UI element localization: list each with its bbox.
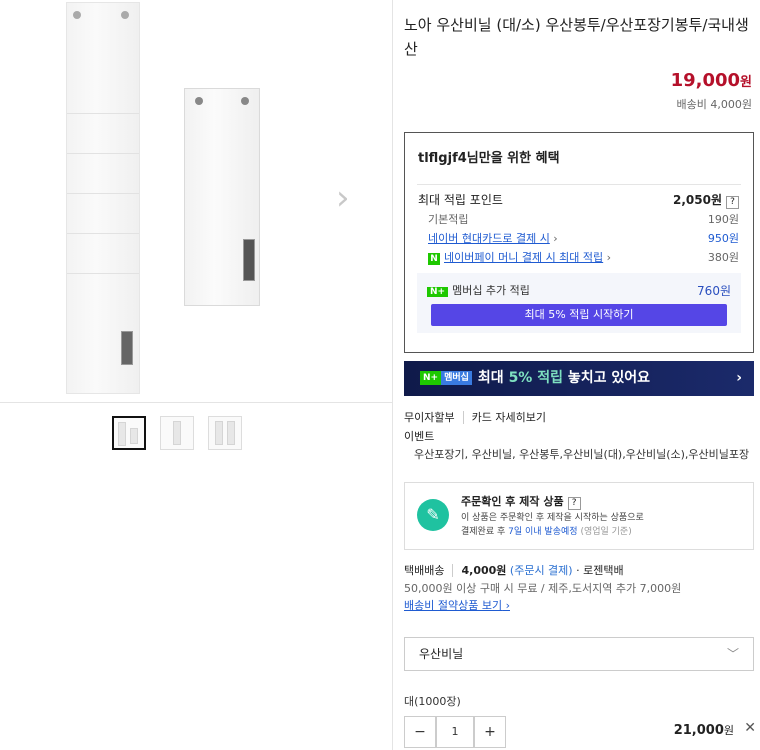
product-label-tag [243, 239, 255, 281]
product-image-large-bag [66, 2, 140, 394]
selected-option-name: 대(1000장) [404, 695, 461, 708]
shipping-saving-link[interactable]: 배송비 절약상품 보기 › [404, 597, 510, 613]
npay-icon: N [428, 253, 440, 265]
decrease-button[interactable]: − [404, 716, 436, 748]
card-benefit-link[interactable]: 네이버 현대카드로 결제 시 [428, 232, 550, 245]
product-title: 노아 우산비닐 (대/소) 우산봉투/우산포장기봉투/국내생산 [404, 16, 749, 58]
main-image: › [0, 0, 392, 403]
product-price: 19,000원 [670, 70, 752, 91]
max-points-row: 최대 적립 포인트 2,050원? [418, 191, 739, 210]
installment-link[interactable]: 무이자할부 [404, 411, 455, 424]
payment-links: 무이자할부 카드 자세히보기 [404, 409, 546, 425]
benefit-box: tlflgjf4님만을 위한 혜택 최대 적립 포인트 2,050원? 기본적립… [404, 132, 754, 353]
delivery-info: 택배배송 4,000원 (주문시 결제) · 로젠택배 [404, 564, 624, 577]
product-image-small-bag [184, 88, 260, 306]
npay-points-row[interactable]: N 네이버페이 머니 결제 시 최대 적립 › 380원 [418, 248, 739, 267]
increase-button[interactable]: + [474, 716, 506, 748]
option-price: 21,000원 [673, 723, 734, 738]
benefit-header: tlflgjf4님만을 위한 혜택 [418, 151, 560, 166]
chevron-right-icon: › [736, 370, 742, 386]
close-icon[interactable]: ✕ [744, 720, 756, 736]
npay-benefit-link[interactable]: 네이버페이 머니 결제 시 최대 적립 [444, 251, 603, 264]
thumbnail-2[interactable] [160, 416, 194, 450]
thumbnail-list [112, 416, 242, 450]
edit-icon: ✎ [417, 499, 449, 531]
quantity-stepper: − 1 + [404, 716, 506, 748]
basic-points-row: 기본적립 190원 [428, 213, 739, 226]
naver-plus-icon: N+ [427, 287, 449, 297]
membership-box: N+ 멤버십 추가 적립 760원 최대 5% 적립 시작하기 [417, 273, 741, 333]
option-select[interactable]: 우산비닐 ﹀ [404, 637, 754, 671]
next-image-arrow-icon[interactable]: › [336, 180, 358, 216]
chevron-down-icon: ﹀ [726, 647, 739, 661]
free-shipping-info: 50,000원 이상 구매 시 무료 / 제주,도서지역 추가 7,000원 [404, 582, 682, 595]
help-icon[interactable]: ? [567, 497, 581, 510]
help-icon[interactable]: ? [726, 196, 739, 209]
thumbnail-3[interactable] [208, 416, 242, 450]
membership-banner[interactable]: N+ 멤버십 최대 5% 적립 놓치고 있어요 › [404, 361, 754, 396]
quantity-input[interactable]: 1 [436, 716, 474, 748]
naver-plus-icon: N+ [420, 371, 442, 385]
product-label-tag [121, 331, 133, 365]
made-to-order-box: ✎ 주문확인 후 제작 상품? 이 상품은 주문확인 후 제작을 시작하는 상품… [404, 482, 754, 550]
event-section: 이벤트 우산포장기, 우산비닐, 우산봉투,우산비닐(대),우산비닐(소),우산… [404, 430, 750, 461]
membership-start-button[interactable]: 최대 5% 적립 시작하기 [431, 304, 727, 326]
thumbnail-1[interactable] [112, 416, 146, 450]
card-detail-link[interactable]: 카드 자세히보기 [462, 411, 546, 424]
card-points-row[interactable]: 네이버 현대카드로 결제 시 › 950원 [418, 229, 739, 248]
product-info-panel: 노아 우산비닐 (대/소) 우산봉투/우산포장기봉투/국내생산 19,000원 … [404, 0, 756, 748]
event-tags: 우산포장기, 우산비닐, 우산봉투,우산비닐(대),우산비닐(소),우산비닐포장 [414, 448, 750, 461]
product-gallery-panel: › [0, 0, 393, 750]
shipping-fee: 배송비 4,000원 [676, 98, 752, 111]
